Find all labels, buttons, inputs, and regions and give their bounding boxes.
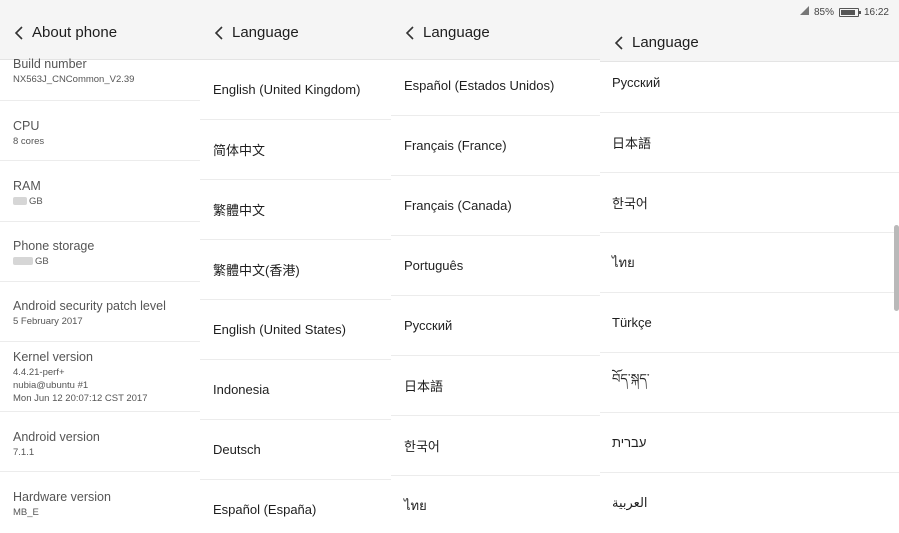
page-title: Language bbox=[423, 24, 490, 41]
info-value: GB bbox=[13, 255, 200, 268]
language-header: Language bbox=[391, 0, 600, 60]
language-panel-3: 85% 16:22 Language Русский 日本語 한국어 ไทย T… bbox=[600, 0, 899, 533]
info-label: CPU bbox=[13, 119, 40, 133]
page-title: Language bbox=[632, 34, 699, 51]
info-row-ram[interactable]: RAM GB bbox=[0, 161, 200, 222]
language-item[interactable]: Español (Estados Unidos) bbox=[391, 56, 600, 116]
battery-percent: 85% bbox=[813, 6, 834, 18]
language-item[interactable]: English (United States) bbox=[200, 300, 391, 360]
language-item[interactable]: 繁體中文 bbox=[200, 180, 391, 240]
info-row-cpu[interactable]: CPU 8 cores bbox=[0, 101, 200, 161]
info-label: Android security patch level bbox=[13, 299, 166, 313]
signal-icon bbox=[799, 6, 809, 18]
language-item[interactable]: Português bbox=[391, 236, 600, 296]
language-item[interactable]: العربية bbox=[600, 473, 899, 533]
language-item[interactable]: 日本語 bbox=[391, 356, 600, 416]
info-row-hardware-version[interactable]: Hardware version MB_E bbox=[0, 472, 200, 533]
chevron-left-icon bbox=[14, 25, 23, 40]
language-item[interactable]: 한국어 bbox=[391, 416, 600, 476]
page-title: Language bbox=[232, 24, 299, 41]
info-row-kernel-version[interactable]: Kernel version 4.4.21-perf+ nubia@ubuntu… bbox=[0, 342, 200, 412]
language-item[interactable]: བོད་སྐད་ bbox=[600, 353, 899, 413]
status-time: 16:22 bbox=[863, 6, 889, 18]
back-button[interactable] bbox=[6, 20, 32, 46]
about-phone-panel: About phone Build number NX563J_CNCommon… bbox=[0, 0, 200, 533]
language-header: Language bbox=[200, 0, 391, 60]
battery-icon bbox=[838, 7, 861, 17]
info-label: RAM bbox=[13, 179, 41, 193]
language-item[interactable]: ไทย bbox=[391, 476, 600, 533]
redacted-value bbox=[13, 257, 33, 266]
chevron-left-icon bbox=[614, 35, 623, 50]
info-row-phone-storage[interactable]: Phone storage GB bbox=[0, 222, 200, 282]
info-unit: GB bbox=[29, 196, 43, 207]
page-title: About phone bbox=[32, 24, 118, 41]
info-row-build-number[interactable]: Build number NX563J_CNCommon_V2.39 bbox=[0, 56, 200, 101]
chevron-left-icon bbox=[405, 25, 414, 40]
info-label: Hardware version bbox=[13, 490, 111, 504]
language-item[interactable]: Русский bbox=[600, 53, 899, 113]
language-item[interactable]: English (United Kingdom) bbox=[200, 60, 391, 120]
language-item[interactable]: Español (España) bbox=[200, 480, 391, 533]
language-item[interactable]: Deutsch bbox=[200, 420, 391, 480]
redacted-value bbox=[13, 197, 27, 206]
chevron-left-icon bbox=[214, 25, 223, 40]
back-button[interactable] bbox=[206, 20, 232, 46]
language-item[interactable]: Türkçe bbox=[600, 293, 899, 353]
language-panel-1: Language English (United Kingdom) 简体中文 繁… bbox=[200, 0, 391, 533]
info-row-android-version[interactable]: Android version 7.1.1 bbox=[0, 412, 200, 472]
info-value: MB_E bbox=[13, 507, 39, 518]
battery-level bbox=[840, 9, 855, 15]
info-value: nubia@ubuntu #1 bbox=[13, 380, 89, 391]
info-value: Mon Jun 12 20:07:12 CST 2017 bbox=[13, 393, 148, 404]
info-value: NX563J_CNCommon_V2.39 bbox=[13, 74, 135, 85]
back-button[interactable] bbox=[397, 20, 423, 46]
language-item[interactable]: 繁體中文(香港) bbox=[200, 240, 391, 300]
language-item[interactable]: ไทย bbox=[600, 233, 899, 293]
language-item[interactable]: Français (Canada) bbox=[391, 176, 600, 236]
about-header: About phone bbox=[0, 0, 200, 60]
language-panel-2: Language Español (Estados Unidos) França… bbox=[391, 0, 600, 533]
info-label: Kernel version bbox=[13, 350, 93, 364]
info-label: Android version bbox=[13, 430, 100, 444]
info-value: GB bbox=[13, 195, 200, 208]
info-value: 8 cores bbox=[13, 136, 45, 147]
back-button[interactable] bbox=[606, 30, 632, 56]
language-item[interactable]: 日本語 bbox=[600, 113, 899, 173]
language-item[interactable]: Français (France) bbox=[391, 116, 600, 176]
info-row-security-patch[interactable]: Android security patch level 5 February … bbox=[0, 282, 200, 342]
language-item[interactable]: Indonesia bbox=[200, 360, 391, 420]
info-value: 7.1.1 bbox=[13, 447, 35, 458]
info-label: Phone storage bbox=[13, 239, 95, 253]
info-label: Build number bbox=[13, 57, 87, 71]
language-item[interactable]: 简体中文 bbox=[200, 120, 391, 180]
scrollbar[interactable] bbox=[894, 225, 899, 311]
info-value: 5 February 2017 bbox=[13, 316, 83, 327]
language-item[interactable]: 한국어 bbox=[600, 173, 899, 233]
info-unit: GB bbox=[35, 256, 49, 267]
status-bar: 85% 16:22 bbox=[600, 0, 899, 24]
language-item[interactable]: עברית bbox=[600, 413, 899, 473]
info-value: 4.4.21-perf+ bbox=[13, 367, 65, 378]
language-item[interactable]: Русский bbox=[391, 296, 600, 356]
